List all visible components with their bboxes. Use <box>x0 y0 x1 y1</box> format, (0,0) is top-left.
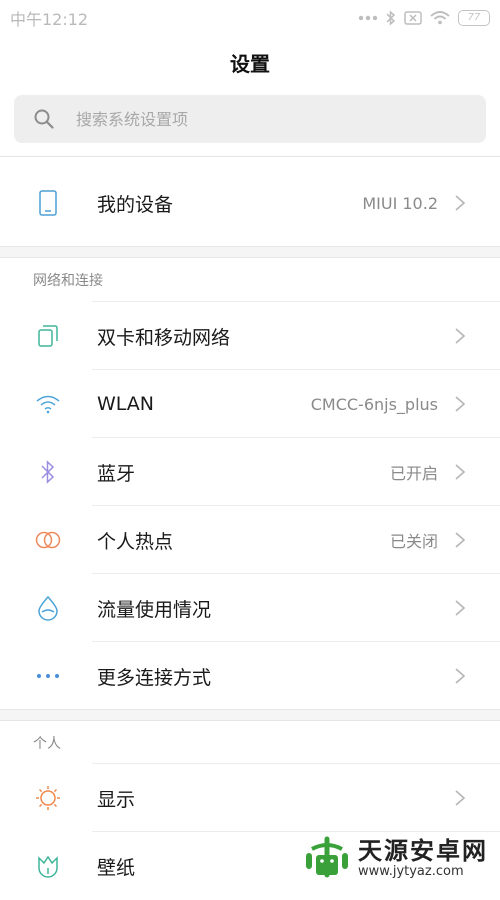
data-usage-icon <box>33 593 63 623</box>
status-bar: 中午12:12 77 <box>0 0 500 36</box>
phone-icon <box>33 188 63 218</box>
row-value: 已开启 <box>389 464 438 483</box>
chevron-right-icon <box>455 600 466 616</box>
row-label: 流量使用情况 <box>97 598 212 621</box>
chevron-right-icon <box>455 396 466 412</box>
row-label: 壁纸 <box>97 856 136 879</box>
chevron-right-icon <box>455 195 466 211</box>
divider <box>0 246 500 247</box>
divider <box>0 720 500 721</box>
row-hotspot[interactable]: 个人热点 已关闭 <box>0 506 500 574</box>
more-dots-icon <box>33 661 63 691</box>
row-value: 已关闭 <box>389 532 438 551</box>
bluetooth-status-icon <box>386 10 396 26</box>
search-icon <box>34 109 54 129</box>
status-icons: 77 <box>358 10 490 26</box>
section-header-personal: 个人 <box>33 736 61 752</box>
status-time: 中午12:12 <box>10 10 89 29</box>
row-value: MIUI 10.2 <box>362 193 438 213</box>
chevron-right-icon <box>455 668 466 684</box>
row-my-device[interactable]: 我的设备 MIUI 10.2 <box>0 169 500 237</box>
android-logo-icon <box>306 836 348 878</box>
wifi-icon <box>33 389 63 419</box>
watermark: 天源安卓网 www.jytyaz.com <box>302 835 488 881</box>
row-more-connections[interactable]: 更多连接方式 <box>0 642 500 710</box>
hotspot-icon <box>33 525 63 555</box>
row-dual-sim[interactable]: 双卡和移动网络 <box>0 302 500 370</box>
page-title: 设置 <box>230 52 270 76</box>
watermark-text: 天源安卓网 www.jytyaz.com <box>358 837 488 879</box>
battery-icon: 77 <box>458 10 490 26</box>
row-bluetooth[interactable]: 蓝牙 已开启 <box>0 438 500 506</box>
bluetooth-icon <box>33 457 63 487</box>
divider <box>0 257 500 258</box>
row-display[interactable]: 显示 <box>0 764 500 832</box>
row-label: 更多连接方式 <box>97 666 212 689</box>
brightness-icon <box>33 783 63 813</box>
row-label: WLAN <box>97 393 155 415</box>
sim-card-icon <box>33 321 63 351</box>
row-label: 显示 <box>97 788 136 811</box>
wallpaper-icon <box>33 851 63 881</box>
section-gap <box>0 247 500 257</box>
chevron-right-icon <box>455 328 466 344</box>
section-gap <box>0 710 500 720</box>
row-label: 双卡和移动网络 <box>97 326 231 349</box>
row-label: 我的设备 <box>97 193 174 216</box>
wifi-status-icon <box>430 11 450 25</box>
row-label: 个人热点 <box>97 530 174 553</box>
row-value: CMCC-6njs_plus <box>310 394 438 414</box>
search-input[interactable] <box>74 108 458 130</box>
divider <box>0 156 500 157</box>
no-sim-icon <box>404 11 422 25</box>
search-bar[interactable] <box>14 95 486 143</box>
watermark-url: www.jytyaz.com <box>358 864 464 879</box>
chevron-right-icon <box>455 532 466 548</box>
dots-icon <box>358 15 378 21</box>
watermark-title: 天源安卓网 <box>358 837 488 865</box>
section-header-network: 网络和连接 <box>33 273 103 289</box>
row-wlan[interactable]: WLAN CMCC-6njs_plus <box>0 370 500 438</box>
row-data-usage[interactable]: 流量使用情况 <box>0 574 500 642</box>
chevron-right-icon <box>455 790 466 806</box>
row-label: 蓝牙 <box>97 462 136 485</box>
chevron-right-icon <box>455 464 466 480</box>
